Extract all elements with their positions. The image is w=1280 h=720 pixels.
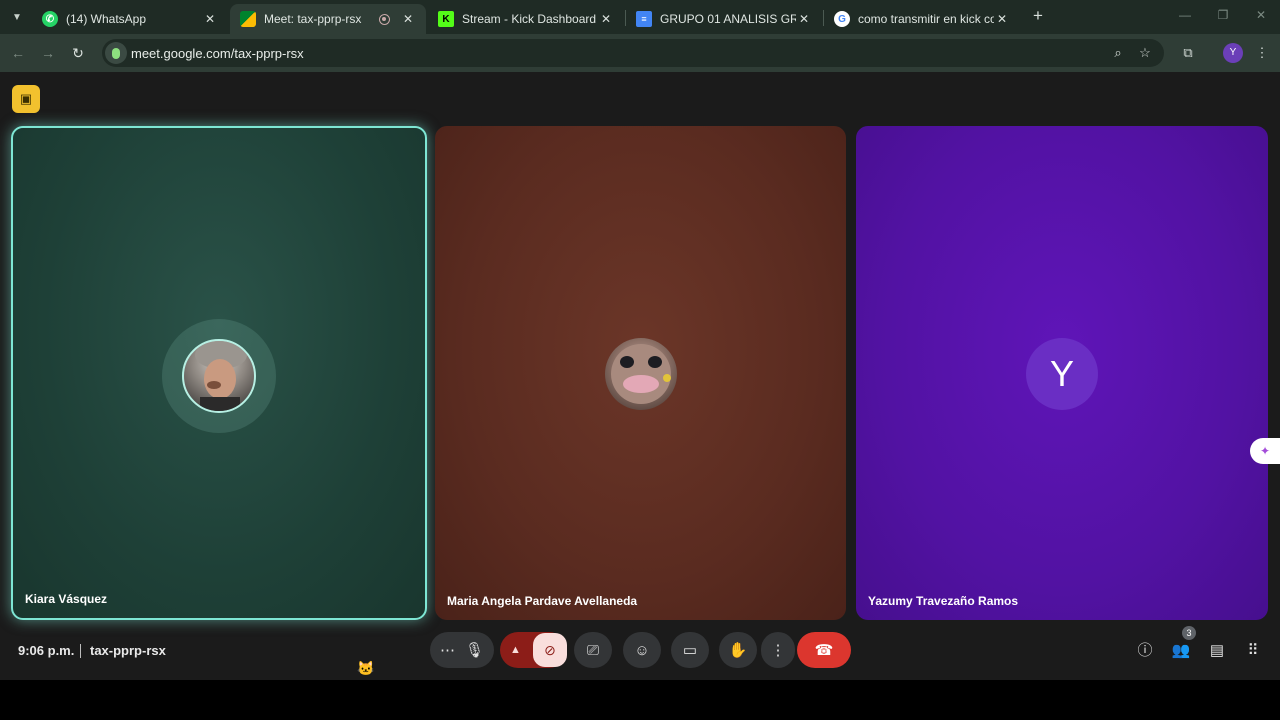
microphone-icon[interactable]: 🎙	[465, 641, 484, 659]
captions-off-icon[interactable]: ▣	[12, 85, 40, 113]
gemini-side-panel-icon[interactable]: ✦	[1250, 438, 1280, 464]
present-screen-icon[interactable]: ⎚	[574, 632, 612, 668]
close-tab-icon[interactable]: ✕	[400, 12, 416, 26]
browser-tab-strip: ▼ ✆ (14) WhatsApp ✕ Meet: tax-pprp-rsx ✕…	[0, 0, 1280, 34]
meet-stage: ▣ Kiara Vásquez Maria Angela Pardave Ave…	[0, 72, 1280, 680]
minimize-window-icon[interactable]: —	[1170, 8, 1200, 26]
people-icon[interactable]: 👥	[1169, 639, 1193, 663]
meeting-info-icon[interactable]: ⓘ	[1133, 639, 1157, 663]
new-tab-button[interactable]: +	[1028, 6, 1048, 28]
tab-title: Meet: tax-pprp-rsx	[264, 12, 362, 26]
tab-google-search[interactable]: G como transmitir en kick con obs ✕	[824, 4, 1020, 34]
close-tab-icon[interactable]: ✕	[994, 12, 1010, 26]
reload-icon[interactable]: ↻	[68, 43, 88, 63]
cat-sticker-icon: 🐱	[357, 660, 375, 676]
google-meet-icon	[240, 11, 256, 27]
bookmark-star-icon[interactable]: ☆	[1136, 44, 1154, 62]
participant-tile-speaking[interactable]: Kiara Vásquez	[11, 126, 427, 620]
close-tab-icon[interactable]: ✕	[598, 12, 614, 26]
address-bar[interactable]: meet.google.com/tax-pprp-rsx ⌕ ☆	[102, 39, 1164, 67]
camera-off-icon[interactable]: ⊘	[533, 633, 567, 667]
participant-avatar-photo	[605, 338, 677, 410]
tab-search-chevron-icon[interactable]: ▼	[6, 6, 28, 28]
extensions-puzzle-icon[interactable]: ⧉	[1178, 43, 1198, 63]
chat-icon[interactable]: ▤	[1205, 639, 1229, 663]
participant-name: Maria Angela Pardave Avellaneda	[447, 594, 638, 608]
tab-google-docs[interactable]: ≡ GRUPO 01 ANALISIS GRAMATICAL ✕	[626, 4, 822, 34]
close-window-icon[interactable]: ✕	[1246, 8, 1276, 26]
forward-arrow-icon[interactable]: →	[38, 43, 58, 63]
close-tab-icon[interactable]: ✕	[796, 12, 812, 26]
more-options-icon[interactable]: ⋮	[761, 632, 795, 668]
browser-menu-icon[interactable]: ⋮	[1252, 43, 1272, 63]
meeting-code: tax-pprp-rsx	[90, 643, 166, 658]
close-tab-icon[interactable]: ✕	[202, 12, 218, 26]
end-call-icon[interactable]: ☎	[797, 632, 851, 668]
participant-tile[interactable]: Maria Angela Pardave Avellaneda	[435, 126, 846, 620]
site-microphone-icon[interactable]	[105, 42, 127, 64]
zoom-icon[interactable]: ⌕	[1109, 44, 1127, 62]
restore-window-icon[interactable]: ❐	[1208, 8, 1238, 26]
profile-avatar[interactable]: Y	[1223, 43, 1243, 63]
participant-avatar-photo	[182, 339, 256, 413]
camera-options-chevron-icon[interactable]: ▲	[510, 644, 521, 656]
participant-letter-avatar: Y	[1026, 338, 1098, 410]
captions-icon[interactable]: ▭	[671, 632, 709, 668]
whatsapp-icon: ✆	[42, 11, 58, 27]
url-text[interactable]: meet.google.com/tax-pprp-rsx	[131, 46, 304, 61]
meeting-time: 9:06 p.m.	[18, 643, 75, 658]
participant-tile[interactable]: Y Yazumy Travezaño Ramos	[856, 126, 1268, 620]
emoji-reactions-icon[interactable]: ☺	[623, 632, 661, 668]
back-arrow-icon[interactable]: ←	[8, 43, 28, 63]
google-icon: G	[834, 11, 850, 27]
raise-hand-icon[interactable]: ✋	[719, 632, 757, 668]
participant-name: Kiara Vásquez	[25, 592, 108, 606]
tab-title: Stream - Kick Dashboard	[462, 12, 597, 26]
tab-title: GRUPO 01 ANALISIS GRAMATICAL	[660, 12, 796, 26]
speaking-ring	[162, 319, 276, 433]
kick-icon: K	[438, 11, 454, 27]
tab-title: (14) WhatsApp	[66, 12, 147, 26]
browser-toolbar: ← → ↻ meet.google.com/tax-pprp-rsx ⌕ ☆ ⧉…	[0, 34, 1280, 72]
tab-meet[interactable]: Meet: tax-pprp-rsx ✕	[230, 4, 426, 34]
participant-name: Yazumy Travezaño Ramos	[868, 594, 1019, 608]
activities-grid-icon[interactable]: ⠿	[1241, 639, 1265, 663]
letterbox-bottom	[0, 680, 1280, 720]
tab-kick[interactable]: K Stream - Kick Dashboard ✕	[428, 4, 624, 34]
google-docs-icon: ≡	[636, 11, 652, 27]
more-audio-options-icon[interactable]: ⋯	[440, 641, 455, 659]
people-count-badge: 3	[1182, 626, 1196, 640]
camera-controls-pill: ▲ ⊘	[500, 632, 567, 668]
tab-title: como transmitir en kick con obs	[858, 12, 994, 26]
divider	[80, 644, 81, 658]
audio-controls-pill: ⋯ 🎙	[430, 632, 494, 668]
recording-indicator-icon	[379, 13, 390, 25]
tab-whatsapp[interactable]: ✆ (14) WhatsApp ✕	[32, 4, 228, 34]
